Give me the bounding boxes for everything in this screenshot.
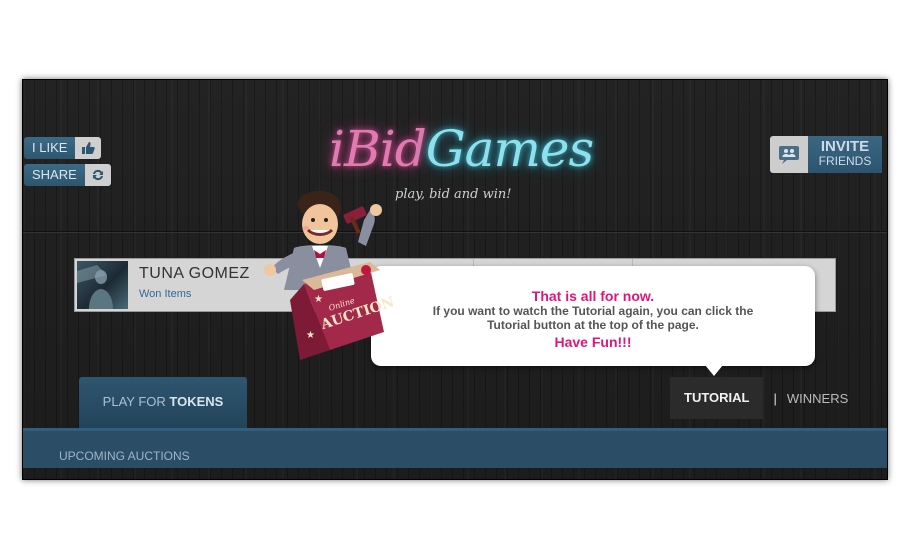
tutorial-button[interactable]: TUTORIAL xyxy=(670,377,764,419)
star-icon: ★ xyxy=(314,294,323,305)
ibidgames-logo: iBidGames xyxy=(329,120,594,190)
tutorial-tooltip: That is all for now. If you want to watc… xyxy=(371,266,815,376)
invite-line2: FRIENDS xyxy=(818,154,872,168)
thumbs-up-icon xyxy=(75,137,102,159)
tab-play-for-tokens[interactable]: PLAY FOR TOKENS xyxy=(79,377,247,428)
refresh-icon xyxy=(84,164,111,186)
tooltip-closing: Have Fun!!! xyxy=(554,334,632,350)
star-icon: ★ xyxy=(306,330,315,341)
share-label: SHARE xyxy=(24,164,85,186)
logo-tagline: play, bid and win! xyxy=(395,187,512,202)
nav-separator: | xyxy=(773,390,777,406)
upcoming-auctions-label[interactable]: UPCOMING AUCTIONS xyxy=(59,449,190,463)
won-items-link[interactable]: Won Items xyxy=(139,288,191,300)
header-divider xyxy=(23,231,887,233)
friends-icon xyxy=(770,136,808,173)
invite-friends-button[interactable]: INVITE FRIENDS xyxy=(770,136,882,173)
winners-link[interactable]: WINNERS xyxy=(787,391,848,406)
top-right-nav: TUTORIAL | WINNERS xyxy=(670,377,848,419)
invite-line1: INVITE xyxy=(820,138,870,155)
tab-play-strong: TOKENS xyxy=(169,394,224,409)
tab-play-prefix: PLAY FOR xyxy=(102,394,170,409)
like-label: I LIKE xyxy=(24,137,76,159)
player-name: TUNA GOMEZ xyxy=(139,265,250,282)
upcoming-auctions-bar: UPCOMING AUCTIONS xyxy=(23,428,887,468)
tooltip-title: That is all for now. xyxy=(531,288,655,304)
tooltip-body: If you want to watch the Tutorial again,… xyxy=(432,304,754,332)
logo-part2: Games xyxy=(425,120,594,178)
auctioneer-illustration: AUCTION Online ★ ★ xyxy=(264,190,397,360)
like-button[interactable]: I LIKE xyxy=(24,136,102,160)
avatar[interactable] xyxy=(77,261,128,309)
invite-text: INVITE FRIENDS xyxy=(808,136,882,173)
share-button[interactable]: SHARE xyxy=(24,163,111,187)
logo-part1: iBid xyxy=(329,120,427,178)
auctioneer-mascot: AUCTION Online ★ ★ xyxy=(258,188,406,384)
